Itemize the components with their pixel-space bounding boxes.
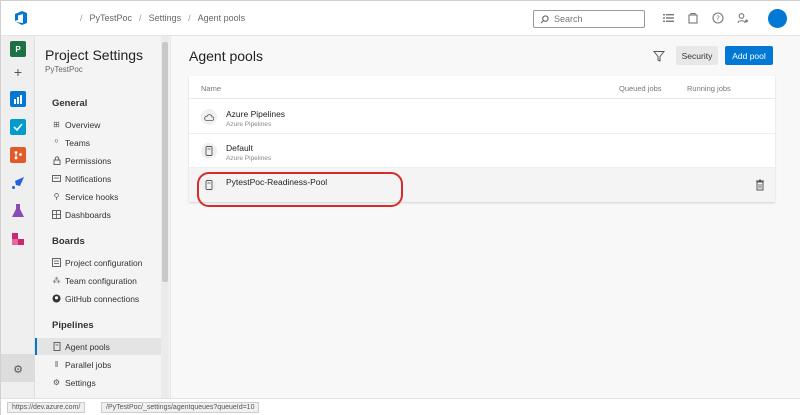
- column-running-jobs[interactable]: Running jobs: [687, 84, 731, 93]
- breadcrumb-separator: /: [139, 13, 142, 23]
- nav-item-team-configuration[interactable]: ⁂ Team configuration: [35, 272, 161, 289]
- breadcrumb: / PyTestPoc / Settings / Agent pools: [63, 13, 245, 23]
- test-plans-icon[interactable]: [10, 203, 26, 219]
- breadcrumb-separator: /: [80, 13, 83, 23]
- breadcrumb-page[interactable]: Agent pools: [198, 13, 246, 23]
- search-icon: [540, 14, 549, 23]
- nav-item-permissions[interactable]: Permissions: [35, 152, 161, 169]
- top-bar: / PyTestPoc / Settings / Agent pools Sea…: [1, 1, 800, 36]
- breadcrumb-settings[interactable]: Settings: [149, 13, 182, 23]
- main-content: Agent pools Security Add pool Name Queue…: [171, 36, 800, 398]
- nav-item-overview[interactable]: ⊞ Overview: [35, 116, 161, 133]
- status-url-host: https://dev.azure.com/: [7, 402, 86, 413]
- nav-item-agent-pools[interactable]: Agent pools: [35, 338, 161, 355]
- nav-item-parallel-jobs[interactable]: ǁ Parallel jobs: [35, 356, 161, 373]
- status-url-path: /PyTestPoc/_settings/agentqueues?queueId…: [101, 402, 260, 413]
- project-configuration-icon: [52, 258, 61, 267]
- agent-pools-icon: [52, 342, 61, 351]
- pool-name[interactable]: Default: [226, 143, 253, 153]
- column-name[interactable]: Name: [201, 84, 221, 93]
- service-hooks-icon: ⚲: [53, 192, 60, 201]
- highlight-annotation: [197, 172, 403, 207]
- settings-nav-subtitle: PyTestPoc: [45, 65, 83, 74]
- nav-item-service-hooks[interactable]: ⚲ Service hooks: [35, 188, 161, 205]
- nav-item-notifications[interactable]: Notifications: [35, 170, 161, 187]
- search-box[interactable]: Search: [533, 10, 645, 28]
- table-header: Name Queued jobs Running jobs: [189, 76, 775, 99]
- settings-nav-scrollbar[interactable]: [161, 36, 169, 398]
- table-row[interactable]: Azure Pipelines Azure Pipelines: [189, 100, 775, 134]
- column-queued-jobs[interactable]: Queued jobs: [619, 84, 662, 93]
- overview-icon[interactable]: [10, 91, 26, 107]
- teams-icon: ⁰: [54, 138, 59, 147]
- table-row[interactable]: Default Azure Pipelines: [189, 134, 775, 168]
- gear-icon[interactable]: ⚙: [10, 361, 26, 377]
- add-icon[interactable]: +: [10, 64, 26, 80]
- pool-type: Azure Pipelines: [226, 155, 272, 162]
- nav-item-dashboards[interactable]: Dashboards: [35, 206, 161, 223]
- security-button[interactable]: Security: [676, 46, 718, 65]
- pipelines-icon[interactable]: [10, 175, 26, 191]
- cloud-icon: [201, 109, 217, 125]
- breadcrumb-separator: /: [188, 13, 191, 23]
- pool-type: Azure Pipelines: [226, 121, 272, 128]
- section-boards: Boards: [52, 236, 85, 247]
- section-general: General: [52, 98, 88, 109]
- overview-grid-icon: ⊞: [53, 120, 60, 129]
- avatar[interactable]: [768, 9, 787, 28]
- nav-item-settings[interactable]: ⚙ Settings: [35, 374, 161, 391]
- dashboards-icon: [52, 210, 61, 219]
- nav-item-github-connections[interactable]: GitHub connections: [35, 290, 161, 307]
- user-settings-icon[interactable]: [736, 11, 750, 25]
- notifications-icon: [52, 174, 61, 183]
- delete-icon[interactable]: [755, 179, 765, 191]
- help-icon[interactable]: ?: [711, 11, 725, 25]
- boards-icon[interactable]: [10, 119, 26, 135]
- pool-name[interactable]: Azure Pipelines: [226, 109, 285, 119]
- project-avatar-icon[interactable]: P: [10, 41, 26, 57]
- left-rail: P + ⚙: [1, 36, 35, 415]
- list-icon[interactable]: [661, 11, 675, 25]
- lock-icon: [52, 156, 61, 165]
- settings-nav-title: Project Settings: [45, 47, 144, 63]
- settings-gear-icon: ⚙: [52, 378, 61, 387]
- artifacts-icon[interactable]: [10, 231, 26, 247]
- svg-text:?: ?: [716, 15, 720, 23]
- agent-pool-icon: [201, 143, 217, 159]
- nav-item-project-configuration[interactable]: Project configuration: [35, 254, 161, 271]
- breadcrumb-project[interactable]: PyTestPoc: [90, 13, 133, 23]
- azure-devops-logo-icon[interactable]: [9, 6, 33, 30]
- parallel-jobs-icon: ǁ: [54, 360, 59, 369]
- team-configuration-icon: ⁂: [52, 276, 61, 285]
- search-input[interactable]: Search: [554, 14, 583, 24]
- filter-icon[interactable]: [653, 50, 665, 62]
- status-bar: » https://dev.azure.com/ /PyTestPoc/_set…: [1, 398, 800, 415]
- scrollbar-thumb[interactable]: [162, 42, 168, 282]
- nav-item-teams[interactable]: ⁰ Teams: [35, 134, 161, 151]
- page-title: Agent pools: [189, 48, 263, 64]
- repos-icon[interactable]: [10, 147, 26, 163]
- marketplace-bag-icon[interactable]: [686, 11, 700, 25]
- github-icon: [52, 294, 61, 303]
- settings-nav: Project Settings PyTestPoc General ⊞ Over…: [35, 36, 171, 398]
- add-pool-button[interactable]: Add pool: [725, 46, 773, 65]
- section-pipelines: Pipelines: [52, 320, 94, 331]
